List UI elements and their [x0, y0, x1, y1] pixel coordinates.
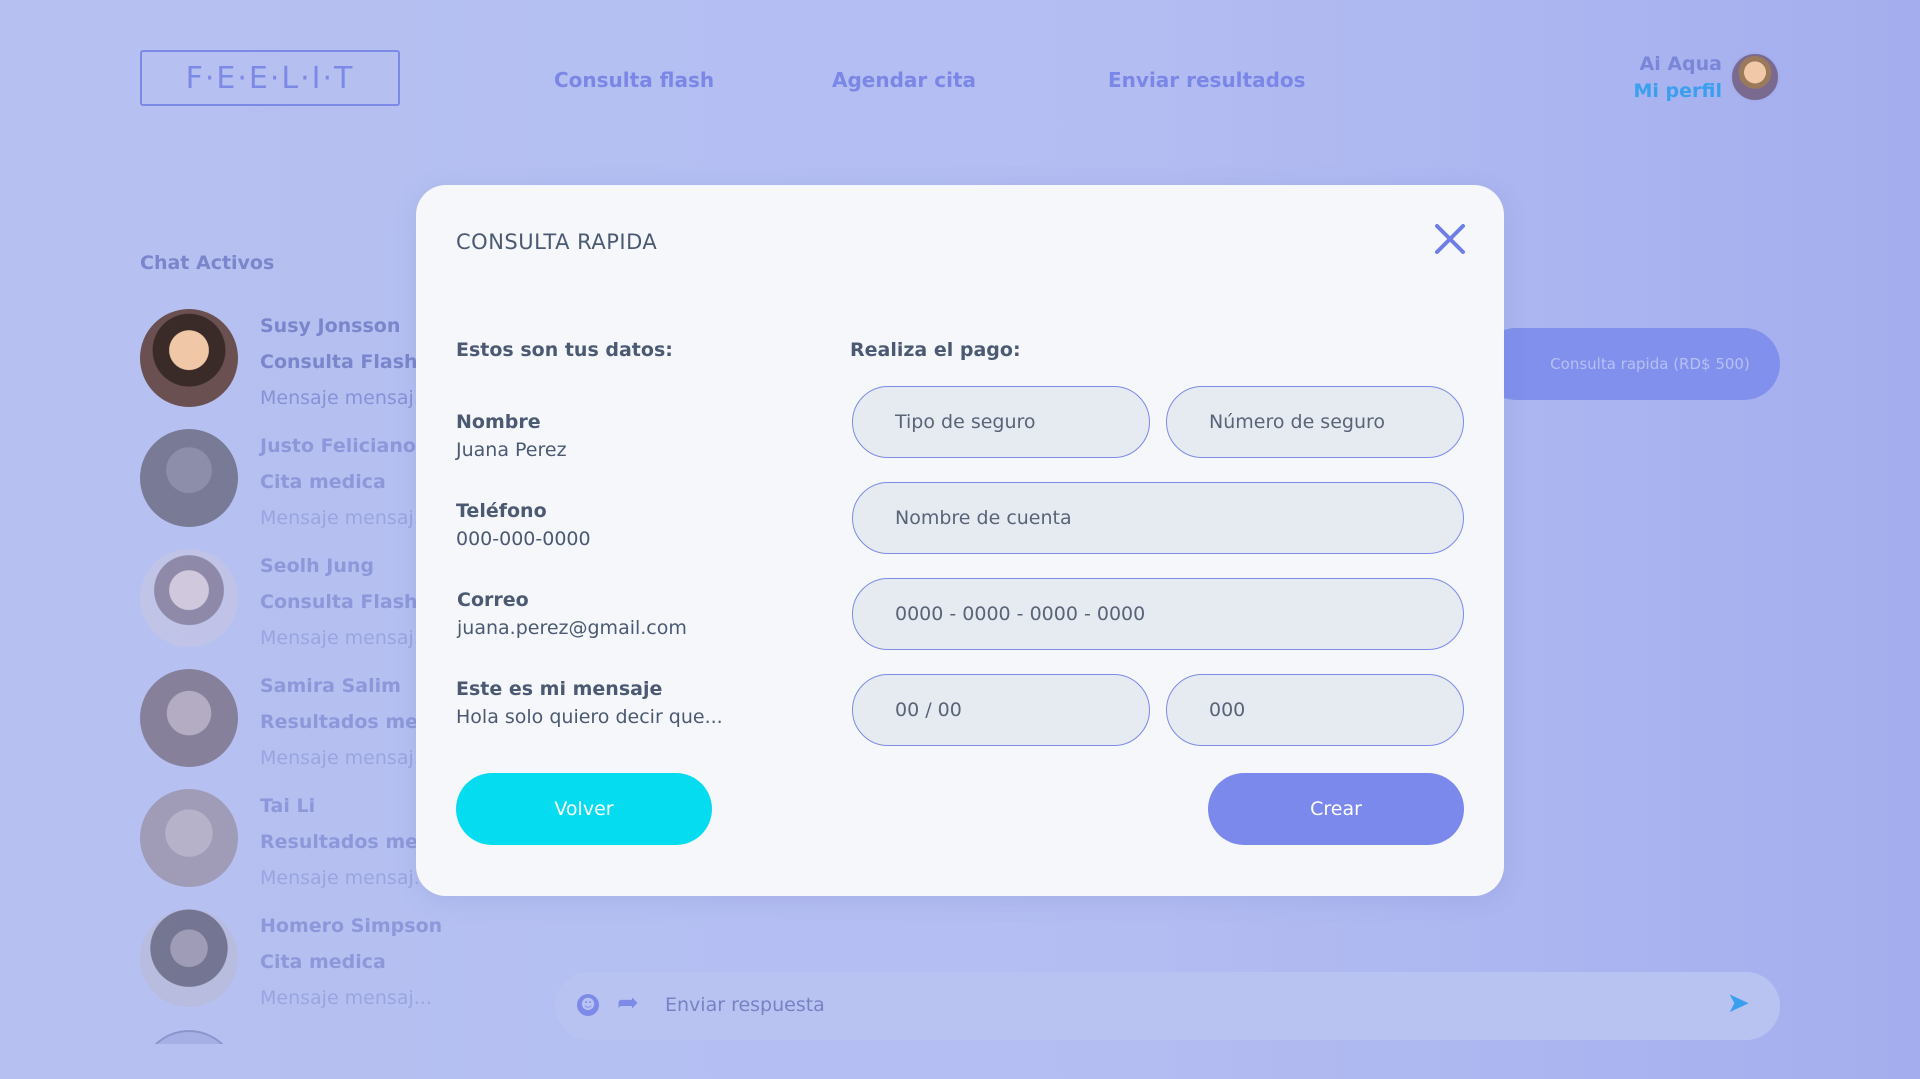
avatar	[140, 669, 238, 767]
chat-item-tai[interactable]: Tai Li Resultados medi Mensaje mensaj...	[140, 789, 440, 899]
logo[interactable]: F·E·E·L·I·T	[140, 50, 400, 106]
chat-preview: Mensaje mensaj...	[260, 387, 432, 409]
nav-consulta-flash[interactable]: Consulta flash	[554, 68, 714, 92]
field-value-message: Hola solo quiero decir que...	[456, 706, 723, 728]
avatar	[140, 549, 238, 647]
insurance-number-input[interactable]: Número de seguro	[1166, 386, 1464, 458]
chat-preview: Mensaje mensaj...	[260, 867, 432, 889]
avatar[interactable]	[1730, 52, 1780, 102]
insurance-type-input[interactable]: Tipo de seguro	[852, 386, 1150, 458]
reply-input[interactable]: Enviar respuesta	[665, 994, 825, 1016]
avatar	[140, 789, 238, 887]
chat-type: Consulta Flash	[260, 591, 418, 613]
chat-type: Cita medica	[260, 471, 386, 493]
user-name: Ai Aqua	[1639, 53, 1723, 75]
chat-item-justo[interactable]: Justo Feliciano Cita medica Mensaje mens…	[140, 429, 440, 539]
personal-data-heading: Estos son tus datos:	[456, 339, 673, 361]
chat-preview: Mensaje mensaj...	[260, 627, 432, 649]
modal-title: CONSULTA RAPIDA	[456, 230, 658, 254]
send-icon[interactable]: ➤	[1727, 986, 1750, 1019]
share-icon[interactable]: ➦	[617, 988, 639, 1018]
emoji-icon[interactable]: ☻	[577, 994, 599, 1016]
chat-list-title: Chat Activos	[140, 252, 275, 274]
chat-item-susy[interactable]: Susy Jonsson Consulta Flash Mensaje mens…	[140, 309, 440, 419]
chat-item-samira[interactable]: Samira Salim Resultados medi Mensaje men…	[140, 669, 440, 779]
close-icon[interactable]	[1432, 221, 1468, 257]
chat-preview: Mensaje mensaj...	[260, 507, 432, 529]
nav-enviar-resultados[interactable]: Enviar resultados	[1108, 68, 1306, 92]
create-button[interactable]: Crear	[1208, 773, 1464, 845]
field-label-message: Este es mi mensaje	[456, 678, 663, 700]
chat-name: Samira Salim	[260, 675, 401, 697]
chat-preview: Mensaje mensaj...	[260, 987, 432, 1009]
chat-name: Tai Li	[260, 795, 316, 817]
field-value-email: juana.perez@gmail.com	[457, 617, 687, 639]
field-label-phone: Teléfono	[456, 500, 547, 522]
chat-item-homero[interactable]: Homero Simpson Cita medica Mensaje mensa…	[140, 909, 443, 1019]
avatar	[140, 1030, 238, 1044]
avatar	[140, 309, 238, 407]
quick-consult-modal: CONSULTA RAPIDA Estos son tus datos: Rea…	[416, 185, 1504, 896]
account-name-input[interactable]: Nombre de cuenta	[852, 482, 1464, 554]
field-label-name: Nombre	[456, 411, 541, 433]
card-number-input[interactable]: 0000 - 0000 - 0000 - 0000	[852, 578, 1464, 650]
chat-name: Homero Simpson	[260, 915, 443, 937]
chat-type: Resultados medi	[260, 711, 439, 733]
nav-agendar-cita[interactable]: Agendar cita	[832, 68, 976, 92]
chat-name: Susy Jonsson	[260, 315, 401, 337]
profile-link[interactable]: Mi perfil	[1634, 80, 1723, 102]
field-label-email: Correo	[457, 589, 529, 611]
expiry-input[interactable]: 00 / 00	[852, 674, 1150, 746]
chat-preview: Mensaje mensaj...	[260, 747, 432, 769]
reply-bar: ☻ ➦ Enviar respuesta ➤	[555, 972, 1780, 1040]
quick-consult-button[interactable]: Consulta rapida (RD$ 500)	[1480, 328, 1780, 400]
field-value-name: Juana Perez	[456, 439, 567, 461]
avatar	[140, 429, 238, 527]
avatar	[140, 909, 238, 1007]
chat-name: Justo Feliciano	[260, 435, 416, 457]
chat-type: Resultados medi	[260, 831, 439, 853]
chat-type: Cita medica	[260, 951, 386, 973]
back-button[interactable]: Volver	[456, 773, 712, 845]
payment-heading: Realiza el pago:	[850, 339, 1021, 361]
cvv-input[interactable]: 000	[1166, 674, 1464, 746]
chat-item-seolh[interactable]: Seolh Jung Consulta Flash Mensaje mensaj…	[140, 549, 440, 659]
chat-type: Consulta Flash	[260, 351, 418, 373]
chat-name: Seolh Jung	[260, 555, 374, 577]
field-value-phone: 000-000-0000	[456, 528, 591, 550]
